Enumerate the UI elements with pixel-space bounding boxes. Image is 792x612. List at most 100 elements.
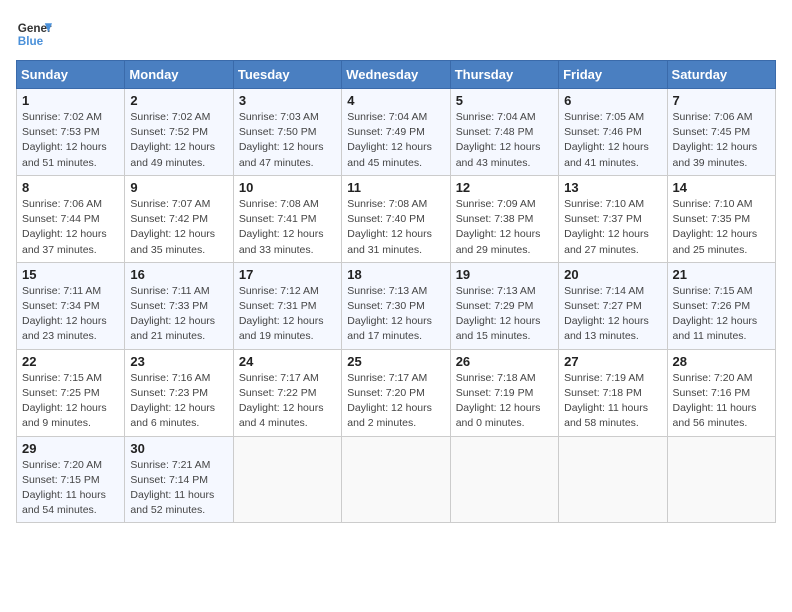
svg-text:Blue: Blue <box>18 35 44 48</box>
calendar-cell: 13 Sunrise: 7:10 AM Sunset: 7:37 PM Dayli… <box>559 175 667 262</box>
day-detail: Sunrise: 7:14 AM Sunset: 7:27 PM Dayligh… <box>564 284 661 345</box>
calendar-cell <box>450 436 558 523</box>
day-number: 21 <box>673 267 770 282</box>
day-detail: Sunrise: 7:08 AM Sunset: 7:41 PM Dayligh… <box>239 197 336 258</box>
day-detail: Sunrise: 7:09 AM Sunset: 7:38 PM Dayligh… <box>456 197 553 258</box>
day-number: 10 <box>239 180 336 195</box>
calendar-cell: 1 Sunrise: 7:02 AM Sunset: 7:53 PM Daylig… <box>17 89 125 176</box>
day-number: 29 <box>22 441 119 456</box>
calendar-cell: 22 Sunrise: 7:15 AM Sunset: 7:25 PM Dayli… <box>17 349 125 436</box>
calendar-cell <box>342 436 450 523</box>
calendar-cell <box>559 436 667 523</box>
calendar-cell: 27Sunrise: 7:19 AM Sunset: 7:18 PM Dayli… <box>559 349 667 436</box>
calendar-cell: 17 Sunrise: 7:12 AM Sunset: 7:31 PM Dayli… <box>233 262 341 349</box>
day-number: 18 <box>347 267 444 282</box>
day-number: 4 <box>347 93 444 108</box>
calendar-cell <box>233 436 341 523</box>
calendar-cell: 15 Sunrise: 7:11 AM Sunset: 7:34 PM Dayli… <box>17 262 125 349</box>
calendar-cell: 19 Sunrise: 7:13 AM Sunset: 7:29 PM Dayli… <box>450 262 558 349</box>
day-number: 6 <box>564 93 661 108</box>
day-number: 26 <box>456 354 553 369</box>
logo-icon: General Blue <box>16 16 52 52</box>
calendar-cell: 7 Sunrise: 7:06 AM Sunset: 7:45 PM Daylig… <box>667 89 775 176</box>
day-number: 23 <box>130 354 227 369</box>
day-detail: Sunrise: 7:11 AM Sunset: 7:33 PM Dayligh… <box>130 284 227 345</box>
page-header: General Blue <box>16 16 776 52</box>
day-detail: Sunrise: 7:06 AM Sunset: 7:45 PM Dayligh… <box>673 110 770 171</box>
calendar-cell: 16 Sunrise: 7:11 AM Sunset: 7:33 PM Dayli… <box>125 262 233 349</box>
calendar-cell: 10 Sunrise: 7:08 AM Sunset: 7:41 PM Dayli… <box>233 175 341 262</box>
day-detail: Sunrise: 7:21 AM Sunset: 7:14 PM Dayligh… <box>130 458 227 519</box>
day-detail: Sunrise: 7:20 AM Sunset: 7:16 PM Dayligh… <box>673 371 770 432</box>
calendar-cell: 23 Sunrise: 7:16 AM Sunset: 7:23 PM Dayli… <box>125 349 233 436</box>
day-number: 1 <box>22 93 119 108</box>
day-detail: Sunrise: 7:04 AM Sunset: 7:48 PM Dayligh… <box>456 110 553 171</box>
day-header-wednesday: Wednesday <box>342 61 450 89</box>
day-detail: Sunrise: 7:15 AM Sunset: 7:25 PM Dayligh… <box>22 371 119 432</box>
day-detail: Sunrise: 7:05 AM Sunset: 7:46 PM Dayligh… <box>564 110 661 171</box>
day-detail: Sunrise: 7:17 AM Sunset: 7:22 PM Dayligh… <box>239 371 336 432</box>
day-number: 7 <box>673 93 770 108</box>
day-number: 16 <box>130 267 227 282</box>
day-detail: Sunrise: 7:08 AM Sunset: 7:40 PM Dayligh… <box>347 197 444 258</box>
calendar-cell: 2 Sunrise: 7:02 AM Sunset: 7:52 PM Daylig… <box>125 89 233 176</box>
day-detail: Sunrise: 7:20 AM Sunset: 7:15 PM Dayligh… <box>22 458 119 519</box>
day-number: 5 <box>456 93 553 108</box>
calendar-cell: 9 Sunrise: 7:07 AM Sunset: 7:42 PM Daylig… <box>125 175 233 262</box>
day-number: 25 <box>347 354 444 369</box>
day-detail: Sunrise: 7:04 AM Sunset: 7:49 PM Dayligh… <box>347 110 444 171</box>
day-number: 12 <box>456 180 553 195</box>
calendar-cell: 29 Sunrise: 7:20 AM Sunset: 7:15 PM Dayli… <box>17 436 125 523</box>
day-number: 11 <box>347 180 444 195</box>
day-detail: Sunrise: 7:18 AM Sunset: 7:19 PM Dayligh… <box>456 371 553 432</box>
day-detail: Sunrise: 7:19 AM Sunset: 7:18 PM Dayligh… <box>564 371 661 432</box>
day-detail: Sunrise: 7:13 AM Sunset: 7:30 PM Dayligh… <box>347 284 444 345</box>
logo: General Blue <box>16 16 52 52</box>
day-header-thursday: Thursday <box>450 61 558 89</box>
day-number: 28 <box>673 354 770 369</box>
day-detail: Sunrise: 7:17 AM Sunset: 7:20 PM Dayligh… <box>347 371 444 432</box>
day-number: 2 <box>130 93 227 108</box>
day-number: 3 <box>239 93 336 108</box>
day-header-friday: Friday <box>559 61 667 89</box>
calendar-header-row: SundayMondayTuesdayWednesdayThursdayFrid… <box>17 61 776 89</box>
day-detail: Sunrise: 7:02 AM Sunset: 7:52 PM Dayligh… <box>130 110 227 171</box>
calendar-cell: 3 Sunrise: 7:03 AM Sunset: 7:50 PM Daylig… <box>233 89 341 176</box>
calendar-cell: 28 Sunrise: 7:20 AM Sunset: 7:16 PM Dayli… <box>667 349 775 436</box>
day-number: 22 <box>22 354 119 369</box>
day-number: 9 <box>130 180 227 195</box>
calendar-cell: 24 Sunrise: 7:17 AM Sunset: 7:22 PM Dayli… <box>233 349 341 436</box>
day-number: 20 <box>564 267 661 282</box>
day-number: 24 <box>239 354 336 369</box>
day-detail: Sunrise: 7:07 AM Sunset: 7:42 PM Dayligh… <box>130 197 227 258</box>
day-number: 19 <box>456 267 553 282</box>
day-header-monday: Monday <box>125 61 233 89</box>
calendar-cell: 20 Sunrise: 7:14 AM Sunset: 7:27 PM Dayli… <box>559 262 667 349</box>
day-detail: Sunrise: 7:15 AM Sunset: 7:26 PM Dayligh… <box>673 284 770 345</box>
calendar-row: 29 Sunrise: 7:20 AM Sunset: 7:15 PM Dayli… <box>17 436 776 523</box>
calendar-cell <box>667 436 775 523</box>
day-number: 15 <box>22 267 119 282</box>
calendar-table: SundayMondayTuesdayWednesdayThursdayFrid… <box>16 60 776 523</box>
day-detail: Sunrise: 7:13 AM Sunset: 7:29 PM Dayligh… <box>456 284 553 345</box>
day-number: 17 <box>239 267 336 282</box>
day-detail: Sunrise: 7:11 AM Sunset: 7:34 PM Dayligh… <box>22 284 119 345</box>
day-detail: Sunrise: 7:02 AM Sunset: 7:53 PM Dayligh… <box>22 110 119 171</box>
day-number: 13 <box>564 180 661 195</box>
calendar-cell: 8Sunrise: 7:06 AM Sunset: 7:44 PM Daylig… <box>17 175 125 262</box>
day-header-saturday: Saturday <box>667 61 775 89</box>
calendar-cell: 14 Sunrise: 7:10 AM Sunset: 7:35 PM Dayli… <box>667 175 775 262</box>
day-detail: Sunrise: 7:10 AM Sunset: 7:35 PM Dayligh… <box>673 197 770 258</box>
calendar-cell: 11 Sunrise: 7:08 AM Sunset: 7:40 PM Dayli… <box>342 175 450 262</box>
calendar-cell: 26 Sunrise: 7:18 AM Sunset: 7:19 PM Dayli… <box>450 349 558 436</box>
day-header-sunday: Sunday <box>17 61 125 89</box>
day-detail: Sunrise: 7:16 AM Sunset: 7:23 PM Dayligh… <box>130 371 227 432</box>
calendar-cell: 12 Sunrise: 7:09 AM Sunset: 7:38 PM Dayli… <box>450 175 558 262</box>
day-number: 14 <box>673 180 770 195</box>
day-detail: Sunrise: 7:03 AM Sunset: 7:50 PM Dayligh… <box>239 110 336 171</box>
day-detail: Sunrise: 7:12 AM Sunset: 7:31 PM Dayligh… <box>239 284 336 345</box>
calendar-row: 15 Sunrise: 7:11 AM Sunset: 7:34 PM Dayli… <box>17 262 776 349</box>
day-number: 30 <box>130 441 227 456</box>
calendar-row: 8Sunrise: 7:06 AM Sunset: 7:44 PM Daylig… <box>17 175 776 262</box>
day-detail: Sunrise: 7:10 AM Sunset: 7:37 PM Dayligh… <box>564 197 661 258</box>
